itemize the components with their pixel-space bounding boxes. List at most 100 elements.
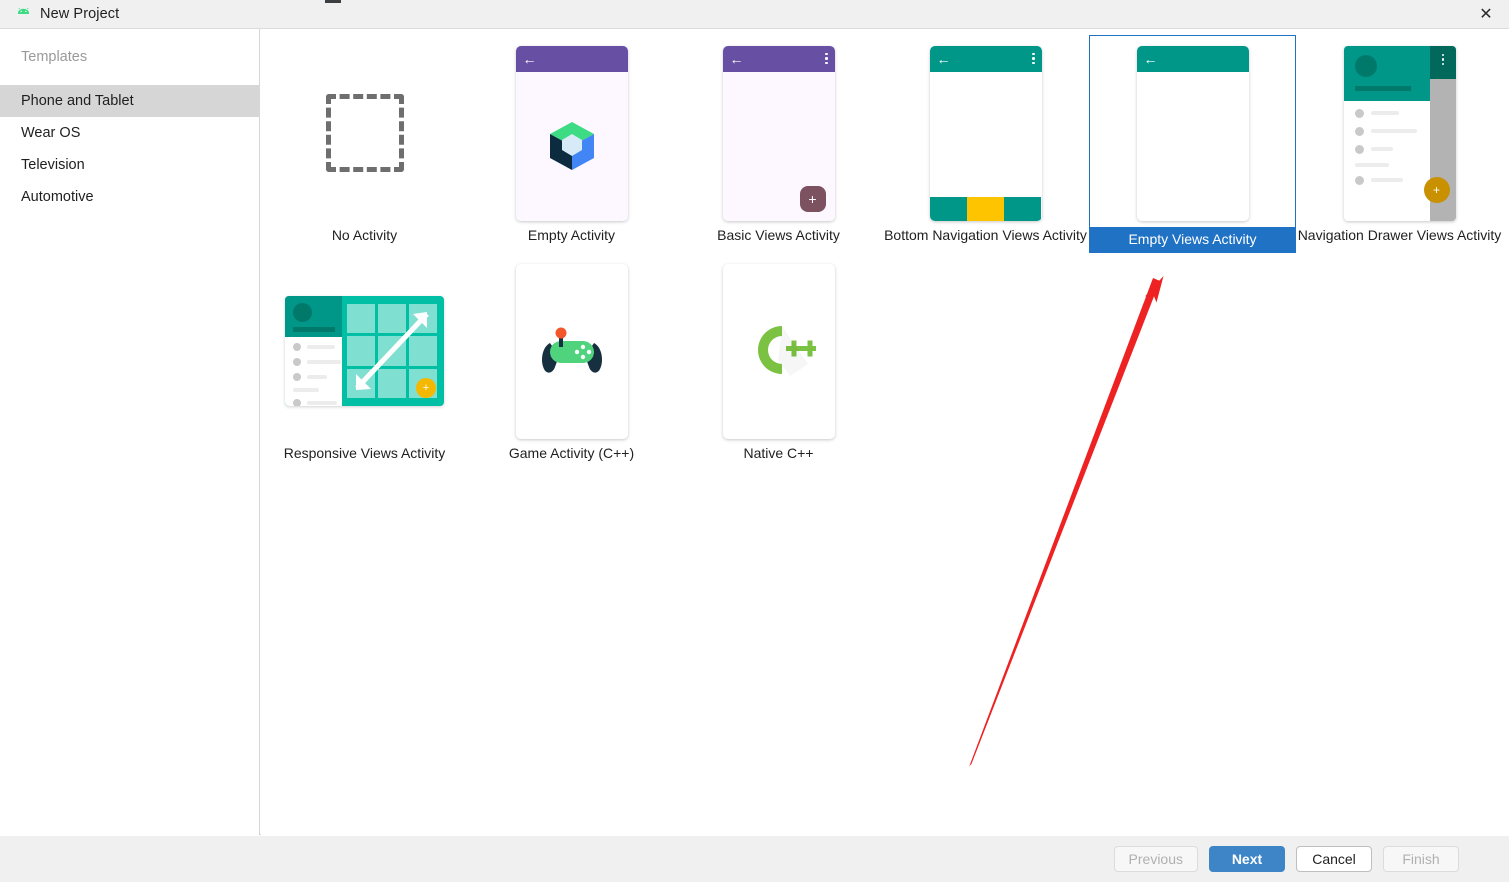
- window-notch: [325, 0, 341, 3]
- avatar: [293, 303, 312, 322]
- template-label: Native C++: [743, 445, 814, 461]
- phone-mock: [722, 263, 835, 439]
- phone-body: [929, 71, 1042, 221]
- phone-mock: [515, 263, 628, 439]
- template-label: Bottom Navigation Views Activity: [884, 227, 1087, 243]
- sidebar-item-television[interactable]: Television: [0, 149, 259, 181]
- game-activity-thumbnail: [468, 261, 675, 441]
- phone-body: [1136, 71, 1249, 221]
- template-card-responsive-views-activity[interactable]: + Responsive Views Activity: [261, 253, 468, 471]
- close-icon[interactable]: ✕: [1463, 0, 1509, 29]
- templates-sidebar: Templates Phone and Tablet Wear OS Telev…: [0, 29, 260, 835]
- list-item: [1354, 144, 1430, 154]
- drawer-item-list: [293, 343, 341, 406]
- list-line: [1370, 111, 1399, 115]
- list-item: [1354, 126, 1430, 136]
- dialog-footer: Previous Next Cancel Finish: [0, 836, 1509, 882]
- list-bullet-icon: [1354, 108, 1364, 118]
- cancel-button[interactable]: Cancel: [1296, 846, 1372, 872]
- next-button[interactable]: Next: [1209, 846, 1285, 872]
- list-item: [1354, 108, 1430, 118]
- phone-mock: ←: [515, 45, 628, 221]
- template-card-basic-views-activity[interactable]: ← + Basic Views Activity: [675, 35, 882, 253]
- template-label: Game Activity (C++): [508, 445, 635, 461]
- template-label: No Activity: [331, 227, 398, 243]
- template-card-bottom-navigation-views-activity[interactable]: ← Bottom Navigation Views Activity: [882, 35, 1089, 253]
- template-label: Navigation Drawer Views Activity: [1297, 227, 1502, 243]
- title-bar: New Project ✕: [0, 0, 1509, 29]
- empty-views-thumbnail: ←: [1090, 43, 1295, 223]
- list-item: [293, 373, 341, 381]
- template-card-native-cpp[interactable]: Native C++: [675, 253, 882, 471]
- template-label-selected: Empty Views Activity: [1090, 227, 1295, 252]
- template-grid: No Activity ← Empty Activity ← + Basic V…: [261, 35, 1509, 471]
- list-line: [307, 375, 327, 379]
- avatar: [1354, 54, 1377, 77]
- list-item: [1354, 175, 1430, 185]
- app-bar: ←: [515, 45, 628, 72]
- bottom-nav-segment: [929, 196, 967, 221]
- list-line: [1370, 129, 1417, 133]
- phone-mock: ←: [929, 45, 1042, 221]
- list-line: [1370, 147, 1393, 151]
- overflow-menu-icon: [1032, 52, 1035, 65]
- bottom-navigation-thumbnail: ←: [882, 43, 1089, 223]
- game-controller-icon: [541, 327, 602, 373]
- floating-action-button-icon: +: [799, 185, 826, 212]
- phone-mock: +: [1343, 45, 1456, 221]
- template-grid-area: No Activity ← Empty Activity ← + Basic V…: [261, 29, 1509, 835]
- drawer-headline: [293, 327, 335, 332]
- template-card-game-activity[interactable]: Game Activity (C++): [468, 253, 675, 471]
- sidebar-item-automotive[interactable]: Automotive: [0, 181, 259, 213]
- empty-activity-thumbnail: ←: [468, 43, 675, 223]
- window-title: New Project: [40, 6, 120, 22]
- new-project-dialog: New Project ✕ Templates Phone and Tablet…: [0, 0, 1509, 882]
- list-bullet-icon: [1354, 144, 1364, 154]
- list-bullet-icon: [293, 358, 301, 366]
- list-divider: [1354, 162, 1389, 167]
- sidebar-item-phone-and-tablet[interactable]: Phone and Tablet: [0, 85, 259, 117]
- sidebar-item-label: Television: [21, 157, 85, 173]
- back-arrow-icon: ←: [1143, 50, 1158, 67]
- sidebar-header-templates: Templates: [21, 49, 88, 65]
- template-card-navigation-drawer-views-activity[interactable]: + Navigation Drawer Views Activity: [1296, 35, 1503, 253]
- dialog-content: Templates Phone and Tablet Wear OS Telev…: [0, 29, 1509, 835]
- android-robot-icon: [14, 5, 32, 23]
- list-bullet-icon: [293, 399, 301, 406]
- template-label: Empty Activity: [527, 227, 616, 243]
- list-line: [1370, 178, 1403, 182]
- bottom-nav-segment: [1004, 196, 1042, 221]
- phone-mock: ← +: [722, 45, 835, 221]
- drawer-header: [1343, 45, 1430, 101]
- sidebar-item-wear-os[interactable]: Wear OS: [0, 117, 259, 149]
- sidebar-item-label: Wear OS: [21, 125, 81, 141]
- template-label: Responsive Views Activity: [283, 445, 446, 461]
- previous-button[interactable]: Previous: [1113, 846, 1198, 872]
- template-label: Basic Views Activity: [717, 227, 840, 243]
- template-card-empty-activity[interactable]: ← Empty Activity: [468, 35, 675, 253]
- list-line: [307, 345, 335, 349]
- sidebar-item-label: Phone and Tablet: [21, 93, 134, 109]
- list-bullet-icon: [293, 373, 301, 381]
- floating-action-button-icon: +: [1423, 176, 1450, 203]
- phone-body: [515, 71, 628, 221]
- floating-action-button-icon: +: [416, 378, 436, 398]
- template-card-empty-views-activity[interactable]: ← Empty Views Activity: [1089, 35, 1296, 253]
- drawer-headline: [1354, 85, 1411, 91]
- template-card-no-activity[interactable]: No Activity: [261, 35, 468, 253]
- finish-button[interactable]: Finish: [1383, 846, 1459, 872]
- navigation-drawer-thumbnail: +: [1296, 43, 1503, 223]
- app-bar: ←: [722, 45, 835, 72]
- sidebar-item-label: Automotive: [21, 189, 94, 205]
- list-line: [307, 360, 341, 364]
- list-item: [293, 358, 341, 366]
- native-cpp-thumbnail: [675, 261, 882, 441]
- jetpack-compose-logo-icon: [549, 122, 594, 170]
- back-arrow-icon: ←: [729, 50, 744, 67]
- overflow-menu-icon: [825, 52, 828, 65]
- responsive-views-thumbnail: +: [261, 261, 468, 441]
- app-bar: ←: [929, 45, 1042, 72]
- bottom-nav-segment-active: [966, 196, 1005, 221]
- bottom-navigation-bar: [929, 196, 1042, 221]
- phone-mock: ←: [1136, 45, 1249, 221]
